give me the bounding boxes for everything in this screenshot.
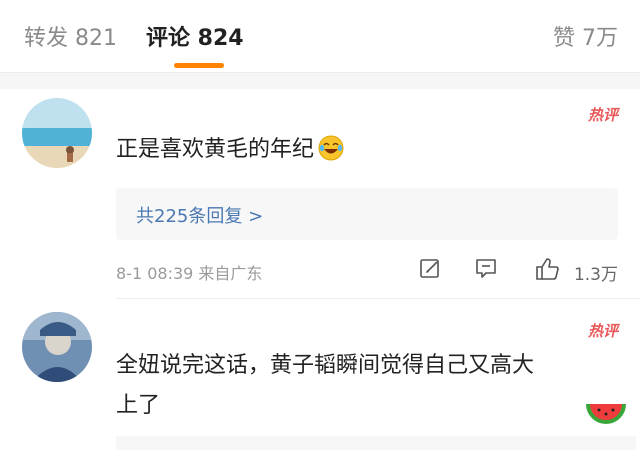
comment-text: 正是喜欢黄毛的年纪 xyxy=(116,130,344,175)
comment-divider xyxy=(116,298,640,299)
comment-meta: 8-1 08:39 来自广东 xyxy=(116,264,263,283)
view-replies-link[interactable]: 共225条回复 > xyxy=(136,202,263,228)
comment-text-line: 上了 xyxy=(116,393,161,418)
like-count: 1.3万 xyxy=(573,265,618,285)
avatar[interactable] xyxy=(22,98,92,168)
comment-text-line: 正是喜欢黄毛的年纪 xyxy=(116,137,315,162)
section-separator xyxy=(0,73,640,89)
watermelon-icon xyxy=(586,398,626,438)
hot-comment-badge: 热评 xyxy=(587,106,618,124)
comment-icon[interactable] xyxy=(474,256,498,284)
hot-comment-badge: 热评 xyxy=(587,322,618,340)
like-icon[interactable] xyxy=(534,256,560,286)
comment-tab-bar: 转发 821 评论 824 赞 7万 xyxy=(0,0,640,73)
tab-comments[interactable]: 评论 824 xyxy=(146,20,244,52)
laughing-tears-emoji-icon xyxy=(318,135,344,175)
comment-text: 全妞说完这话，黄子韬瞬间觉得自己又高大 上了 xyxy=(116,346,534,426)
comment-text-line: 全妞说完这话，黄子韬瞬间觉得自己又高大 xyxy=(116,353,535,378)
repost-icon[interactable] xyxy=(418,256,442,284)
tab-likes[interactable]: 赞 7万 xyxy=(553,20,618,52)
avatar[interactable] xyxy=(22,312,92,382)
tab-reposts[interactable]: 转发 821 xyxy=(24,20,117,52)
active-tab-indicator xyxy=(174,63,224,68)
comment-actions: 1.3万 xyxy=(418,256,618,286)
replies-panel[interactable]: 共225条回复 > xyxy=(116,188,618,240)
